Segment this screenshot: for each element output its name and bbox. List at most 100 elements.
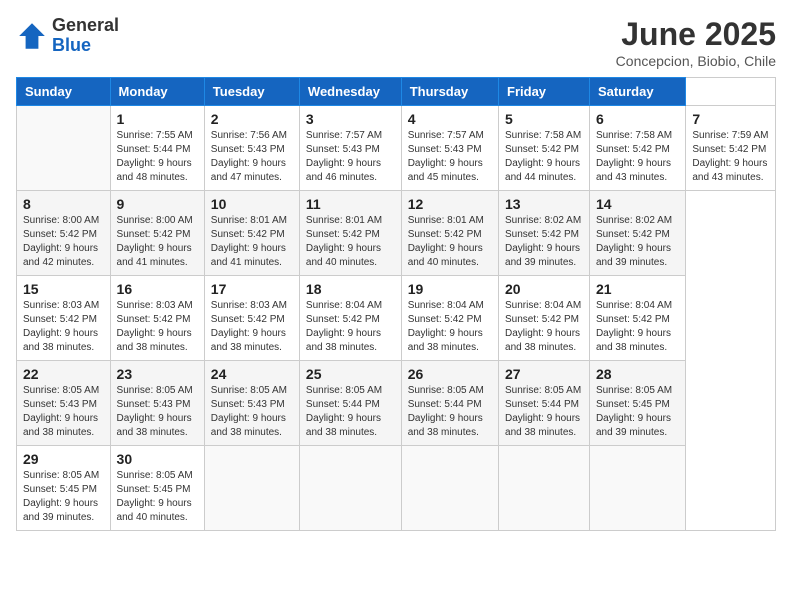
calendar-cell: 17 Sunrise: 8:03 AM Sunset: 5:42 PM Dayli… (204, 276, 299, 361)
day-info: Sunrise: 8:04 AM Sunset: 5:42 PM Dayligh… (408, 299, 492, 355)
calendar-cell: 23 Sunrise: 8:05 AM Sunset: 5:43 PM Dayli… (110, 361, 204, 446)
calendar-cell (401, 446, 498, 531)
day-number: 1 (117, 111, 198, 127)
day-info: Sunrise: 8:05 AM Sunset: 5:43 PM Dayligh… (117, 384, 198, 440)
day-of-week-header: Monday (110, 78, 204, 106)
day-info: Sunrise: 8:03 AM Sunset: 5:42 PM Dayligh… (211, 299, 293, 355)
calendar-cell (589, 446, 685, 531)
calendar-cell: 25 Sunrise: 8:05 AM Sunset: 5:44 PM Dayli… (299, 361, 401, 446)
calendar-cell: 20Sunrise: 8:04 AM Sunset: 5:42 PM Dayli… (499, 276, 590, 361)
calendar-cell: 26 Sunrise: 8:05 AM Sunset: 5:44 PM Dayli… (401, 361, 498, 446)
day-number: 18 (306, 281, 395, 297)
calendar-week-row: 8Sunrise: 8:00 AM Sunset: 5:42 PM Daylig… (17, 191, 776, 276)
day-number: 22 (23, 366, 104, 382)
day-info: Sunrise: 7:59 AM Sunset: 5:42 PM Dayligh… (692, 129, 769, 185)
day-of-week-header: Friday (499, 78, 590, 106)
day-info: Sunrise: 8:05 AM Sunset: 5:43 PM Dayligh… (211, 384, 293, 440)
day-of-week-header: Wednesday (299, 78, 401, 106)
day-of-week-header: Saturday (589, 78, 685, 106)
day-number: 11 (306, 196, 395, 212)
day-info: Sunrise: 8:03 AM Sunset: 5:42 PM Dayligh… (23, 299, 104, 355)
day-info: Sunrise: 8:02 AM Sunset: 5:42 PM Dayligh… (596, 214, 679, 270)
day-number: 20 (505, 281, 583, 297)
day-number: 4 (408, 111, 492, 127)
logo-icon (16, 20, 48, 52)
calendar-cell (299, 446, 401, 531)
day-info: Sunrise: 8:01 AM Sunset: 5:42 PM Dayligh… (211, 214, 293, 270)
day-number: 26 (408, 366, 492, 382)
day-number: 17 (211, 281, 293, 297)
day-info: Sunrise: 7:57 AM Sunset: 5:43 PM Dayligh… (408, 129, 492, 185)
day-number: 7 (692, 111, 769, 127)
calendar-cell: 28 Sunrise: 8:05 AM Sunset: 5:45 PM Dayli… (589, 361, 685, 446)
calendar-cell: 18 Sunrise: 8:04 AM Sunset: 5:42 PM Dayli… (299, 276, 401, 361)
calendar-body: 1 Sunrise: 7:55 AM Sunset: 5:44 PM Daylig… (17, 106, 776, 531)
day-number: 5 (505, 111, 583, 127)
calendar-cell: 2 Sunrise: 7:56 AM Sunset: 5:43 PM Daylig… (204, 106, 299, 191)
logo-general-text: General (52, 16, 119, 36)
calendar-cell: 9Sunrise: 8:00 AM Sunset: 5:42 PM Daylig… (110, 191, 204, 276)
day-of-week-header: Thursday (401, 78, 498, 106)
calendar-cell: 1 Sunrise: 7:55 AM Sunset: 5:44 PM Daylig… (110, 106, 204, 191)
day-number: 2 (211, 111, 293, 127)
day-number: 3 (306, 111, 395, 127)
day-info: Sunrise: 8:05 AM Sunset: 5:44 PM Dayligh… (408, 384, 492, 440)
logo: General Blue (16, 16, 119, 56)
day-of-week-header: Tuesday (204, 78, 299, 106)
day-info: Sunrise: 7:58 AM Sunset: 5:42 PM Dayligh… (596, 129, 679, 185)
day-info: Sunrise: 7:58 AM Sunset: 5:42 PM Dayligh… (505, 129, 583, 185)
day-info: Sunrise: 8:04 AM Sunset: 5:42 PM Dayligh… (596, 299, 679, 355)
calendar-cell (17, 106, 111, 191)
day-number: 14 (596, 196, 679, 212)
day-number: 16 (117, 281, 198, 297)
calendar-cell: 15 Sunrise: 8:03 AM Sunset: 5:42 PM Dayli… (17, 276, 111, 361)
day-info: Sunrise: 8:04 AM Sunset: 5:42 PM Dayligh… (306, 299, 395, 355)
day-number: 28 (596, 366, 679, 382)
day-number: 19 (408, 281, 492, 297)
month-title: June 2025 (616, 16, 776, 53)
day-number: 24 (211, 366, 293, 382)
calendar-cell: 21Sunrise: 8:04 AM Sunset: 5:42 PM Dayli… (589, 276, 685, 361)
day-number: 13 (505, 196, 583, 212)
day-of-week-header: Sunday (17, 78, 111, 106)
day-info: Sunrise: 8:01 AM Sunset: 5:42 PM Dayligh… (306, 214, 395, 270)
calendar-table: SundayMondayTuesdayWednesdayThursdayFrid… (16, 77, 776, 531)
title-area: June 2025 Concepcion, Biobio, Chile (616, 16, 776, 69)
calendar-cell: 19 Sunrise: 8:04 AM Sunset: 5:42 PM Dayli… (401, 276, 498, 361)
calendar-week-row: 15 Sunrise: 8:03 AM Sunset: 5:42 PM Dayli… (17, 276, 776, 361)
calendar-cell (499, 446, 590, 531)
day-number: 10 (211, 196, 293, 212)
day-number: 6 (596, 111, 679, 127)
day-info: Sunrise: 8:02 AM Sunset: 5:42 PM Dayligh… (505, 214, 583, 270)
calendar-cell: 7 Sunrise: 7:59 AM Sunset: 5:42 PM Daylig… (686, 106, 776, 191)
calendar-cell: 6 Sunrise: 7:58 AM Sunset: 5:42 PM Daylig… (589, 106, 685, 191)
logo-blue-text: Blue (52, 36, 119, 56)
calendar-cell: 14 Sunrise: 8:02 AM Sunset: 5:42 PM Dayli… (589, 191, 685, 276)
day-number: 25 (306, 366, 395, 382)
day-info: Sunrise: 8:05 AM Sunset: 5:45 PM Dayligh… (596, 384, 679, 440)
day-number: 12 (408, 196, 492, 212)
calendar-cell (204, 446, 299, 531)
day-info: Sunrise: 7:55 AM Sunset: 5:44 PM Dayligh… (117, 129, 198, 185)
day-info: Sunrise: 7:57 AM Sunset: 5:43 PM Dayligh… (306, 129, 395, 185)
calendar-cell: 27Sunrise: 8:05 AM Sunset: 5:44 PM Dayli… (499, 361, 590, 446)
calendar-cell: 29 Sunrise: 8:05 AM Sunset: 5:45 PM Dayli… (17, 446, 111, 531)
calendar-cell: 12Sunrise: 8:01 AM Sunset: 5:42 PM Dayli… (401, 191, 498, 276)
calendar-cell: 10 Sunrise: 8:01 AM Sunset: 5:42 PM Dayli… (204, 191, 299, 276)
day-number: 15 (23, 281, 104, 297)
calendar-cell: 30Sunrise: 8:05 AM Sunset: 5:45 PM Dayli… (110, 446, 204, 531)
header: General Blue June 2025 Concepcion, Biobi… (16, 16, 776, 69)
day-number: 23 (117, 366, 198, 382)
calendar-header-row: SundayMondayTuesdayWednesdayThursdayFrid… (17, 78, 776, 106)
calendar-cell: 24 Sunrise: 8:05 AM Sunset: 5:43 PM Dayli… (204, 361, 299, 446)
calendar-cell: 11 Sunrise: 8:01 AM Sunset: 5:42 PM Dayli… (299, 191, 401, 276)
calendar-week-row: 1 Sunrise: 7:55 AM Sunset: 5:44 PM Daylig… (17, 106, 776, 191)
day-number: 27 (505, 366, 583, 382)
day-info: Sunrise: 7:56 AM Sunset: 5:43 PM Dayligh… (211, 129, 293, 185)
day-number: 29 (23, 451, 104, 467)
day-info: Sunrise: 8:05 AM Sunset: 5:45 PM Dayligh… (23, 469, 104, 525)
day-info: Sunrise: 8:05 AM Sunset: 5:44 PM Dayligh… (306, 384, 395, 440)
day-info: Sunrise: 8:05 AM Sunset: 5:43 PM Dayligh… (23, 384, 104, 440)
calendar-cell: 4 Sunrise: 7:57 AM Sunset: 5:43 PM Daylig… (401, 106, 498, 191)
calendar-cell: 22 Sunrise: 8:05 AM Sunset: 5:43 PM Dayli… (17, 361, 111, 446)
